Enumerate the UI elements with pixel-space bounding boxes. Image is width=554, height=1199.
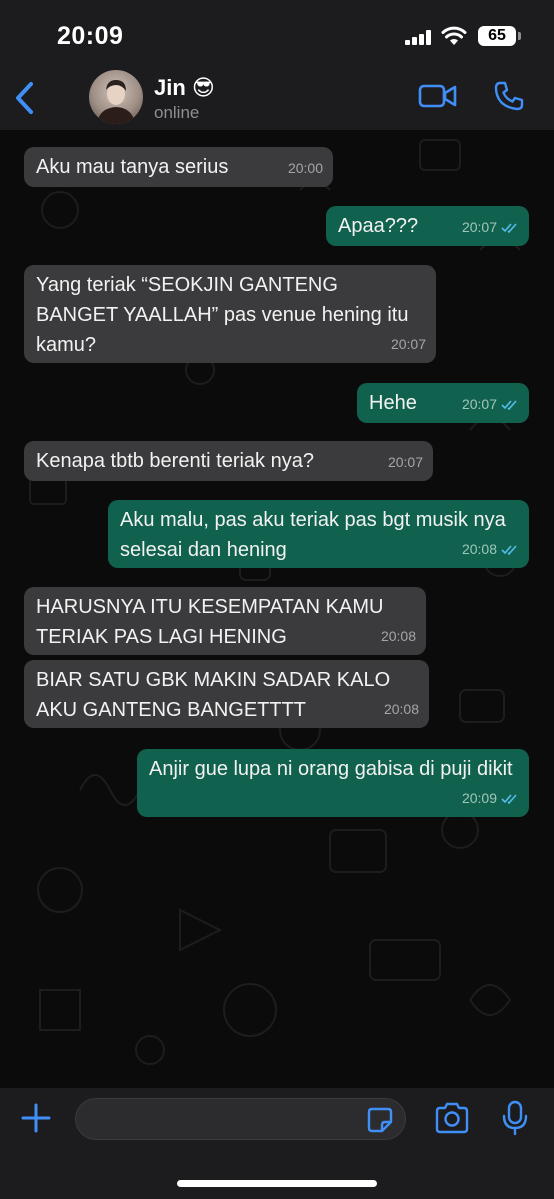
- video-call-icon[interactable]: [418, 82, 458, 110]
- read-ticks-icon: [501, 544, 517, 555]
- message-text: HARUSNYA ITU KESEMPATAN KAMU TERIAK PAS …: [36, 596, 384, 648]
- message-meta: 20:09: [462, 783, 519, 813]
- message-time: 20:00: [287, 160, 323, 176]
- message-text: Aku mau tanya serius: [36, 156, 229, 178]
- message-time: 20:09: [461, 790, 497, 806]
- message-meta: 20:07: [462, 212, 519, 242]
- message-time: 20:08: [461, 541, 497, 557]
- message-meta: 20:08: [381, 621, 416, 651]
- message-bubble-outgoing[interactable]: Apaa??? 20:07: [326, 206, 529, 246]
- input-bar: [0, 1088, 554, 1199]
- message-meta: 20:08: [384, 694, 419, 724]
- message-bubble-incoming[interactable]: BIAR SATU GBK MAKIN SADAR KALO AKU GANTE…: [24, 660, 429, 728]
- wifi-icon: [441, 26, 467, 45]
- message-text: Kenapa tbtb berenti teriak nya?: [36, 450, 314, 472]
- chat-header: Jin 😎 online: [0, 70, 554, 130]
- status-time: 20:09: [57, 22, 124, 50]
- message-bubble-incoming[interactable]: Kenapa tbtb berenti teriak nya? 20:07: [24, 441, 433, 481]
- camera-icon[interactable]: [434, 1102, 470, 1134]
- message-time: 20:07: [387, 454, 423, 470]
- message-bubble-outgoing[interactable]: Anjir gue lupa ni orang gabisa di puji d…: [137, 749, 529, 817]
- message-bubble-incoming[interactable]: Yang teriak “SEOKJIN GANTENG BANGET YAAL…: [24, 265, 436, 363]
- battery-indicator: 65: [478, 26, 521, 46]
- message-text: Anjir gue lupa ni orang gabisa di puji d…: [149, 758, 513, 780]
- message-meta: 20:00: [288, 153, 323, 183]
- sticker-icon[interactable]: [366, 1106, 394, 1134]
- message-meta: 20:07: [391, 329, 426, 359]
- message-time: 20:08: [383, 701, 419, 717]
- message-bubble-outgoing[interactable]: Hehe 20:07: [357, 383, 529, 423]
- message-time: 20:08: [380, 628, 416, 644]
- message-bubble-incoming[interactable]: Aku mau tanya serius 20:00: [24, 147, 333, 187]
- contact-name[interactable]: Jin 😎: [154, 75, 215, 101]
- message-text: Aku malu, pas aku teriak pas bgt musik n…: [120, 509, 506, 561]
- home-indicator[interactable]: [177, 1180, 377, 1187]
- back-icon[interactable]: [12, 80, 36, 116]
- message-time: 20:07: [461, 219, 497, 235]
- message-text: Yang teriak “SEOKJIN GANTENG BANGET YAAL…: [36, 274, 409, 356]
- message-input[interactable]: [75, 1098, 406, 1140]
- phone-icon[interactable]: [493, 80, 525, 112]
- status-bar: 20:09 65: [0, 0, 554, 70]
- microphone-icon[interactable]: [502, 1100, 528, 1136]
- plus-icon[interactable]: [20, 1102, 52, 1134]
- message-time: 20:07: [461, 396, 497, 412]
- read-ticks-icon: [501, 399, 517, 410]
- chat-area[interactable]: Aku mau tanya serius 20:00 Apaa??? 20:07…: [0, 130, 554, 1088]
- message-bubble-outgoing[interactable]: Aku malu, pas aku teriak pas bgt musik n…: [108, 500, 529, 568]
- contact-status: online: [154, 103, 200, 122]
- message-time: 20:07: [390, 336, 426, 352]
- read-ticks-icon: [501, 793, 517, 804]
- message-meta: 20:07: [462, 389, 519, 419]
- signal-strength-icon: [405, 30, 433, 45]
- message-text: BIAR SATU GBK MAKIN SADAR KALO AKU GANTE…: [36, 669, 391, 721]
- read-ticks-icon: [501, 222, 517, 233]
- avatar[interactable]: [89, 70, 143, 124]
- avatar-photo: [97, 80, 135, 124]
- message-meta: 20:07: [388, 447, 423, 477]
- message-meta: 20:08: [462, 534, 519, 564]
- message-bubble-incoming[interactable]: HARUSNYA ITU KESEMPATAN KAMU TERIAK PAS …: [24, 587, 426, 655]
